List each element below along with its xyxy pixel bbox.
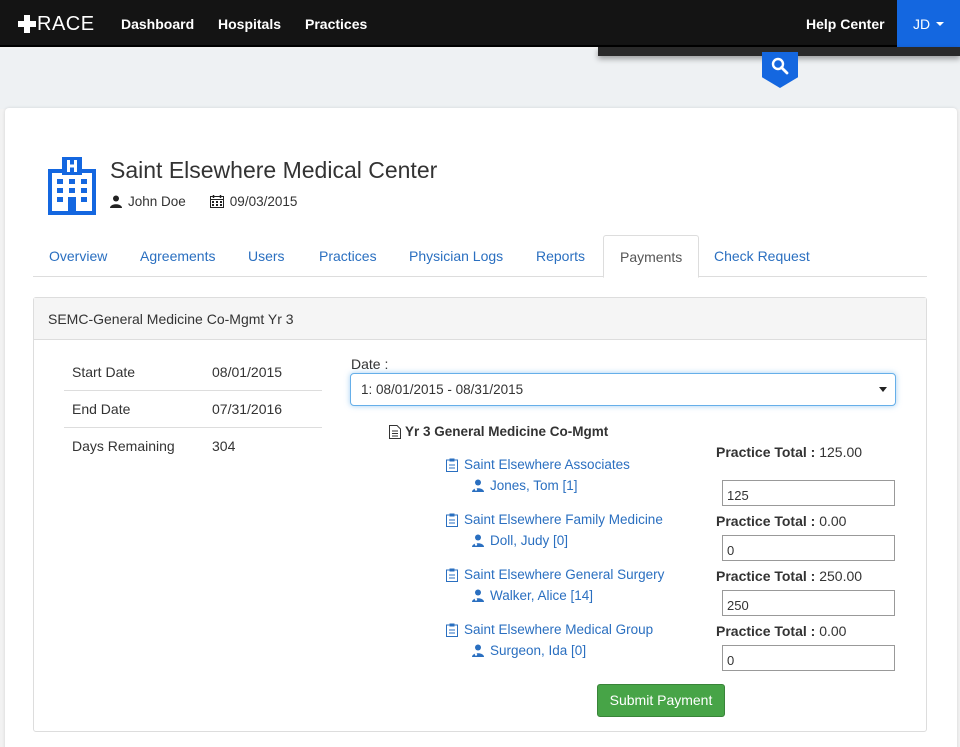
- payment-amount-input[interactable]: [722, 590, 895, 616]
- medical-cross-icon: [18, 15, 36, 33]
- user-initials: JD: [912, 15, 931, 32]
- info-value: 07/31/2016: [212, 401, 283, 417]
- tab-practices[interactable]: Practices: [303, 235, 393, 277]
- tab-agreements[interactable]: Agreements: [124, 235, 231, 277]
- nav-help-center[interactable]: Help Center: [806, 16, 885, 32]
- date-select[interactable]: 1: 08/01/2015 - 08/31/2015: [350, 373, 896, 406]
- date-label: Date :: [351, 356, 389, 372]
- agreement-name: Yr 3 General Medicine Co-Mgmt: [389, 424, 608, 439]
- practice-total: Practice Total : 250.00: [716, 568, 863, 584]
- hospital-meta: John Doe 09/03/2015: [110, 194, 297, 209]
- nav-practices[interactable]: Practices: [305, 16, 367, 32]
- physician-link[interactable]: Surgeon, Ida [0]: [472, 643, 586, 658]
- practice-link[interactable]: Saint Elsewhere Associates: [446, 457, 630, 472]
- practice-total: Practice Total : 125.00: [716, 444, 863, 460]
- nav-dashboard[interactable]: Dashboard: [121, 16, 194, 32]
- clipboard-icon: [446, 458, 458, 472]
- info-row: Days Remaining 304: [64, 427, 322, 464]
- payment-amount-input[interactable]: [722, 645, 895, 671]
- brand-logo[interactable]: RACE: [18, 13, 95, 35]
- practice-total: Practice Total : 0.00: [716, 513, 847, 529]
- info-row: End Date 07/31/2016: [64, 390, 322, 427]
- agreement-info-table: Start Date 08/01/2015 End Date 07/31/201…: [64, 353, 322, 464]
- hospital-title: Saint Elsewhere Medical Center: [110, 157, 438, 183]
- tab-users[interactable]: Users: [232, 235, 301, 277]
- info-row: Start Date 08/01/2015: [64, 353, 322, 390]
- search-icon: [771, 57, 789, 75]
- practice-link[interactable]: Saint Elsewhere General Surgery: [446, 567, 664, 582]
- practice-link[interactable]: Saint Elsewhere Medical Group: [446, 622, 653, 637]
- agreement-panel: SEMC-General Medicine Co-Mgmt Yr 3 Start…: [33, 297, 927, 732]
- practice-total: Practice Total : 0.00: [716, 623, 847, 639]
- calendar-icon: [209, 195, 224, 208]
- user-md-icon: [472, 479, 484, 492]
- panel-title: SEMC-General Medicine Co-Mgmt Yr 3: [34, 298, 926, 340]
- tab-reports[interactable]: Reports: [520, 235, 601, 277]
- date-select-value: 1: 08/01/2015 - 08/31/2015: [361, 382, 524, 397]
- hospital-building-icon: [48, 157, 96, 215]
- hospital-date: 09/03/2015: [229, 194, 298, 209]
- hospital-owner: John Doe: [128, 194, 186, 209]
- info-value: 08/01/2015: [212, 363, 283, 380]
- dropdown-arrow-icon: [879, 387, 887, 392]
- tab-physician-logs[interactable]: Physician Logs: [393, 235, 519, 277]
- page-background: [0, 49, 960, 109]
- info-label: Start Date: [72, 363, 136, 380]
- nav-hospitals[interactable]: Hospitals: [218, 16, 281, 32]
- caret-down-icon: [936, 21, 945, 26]
- clipboard-icon: [446, 568, 458, 582]
- info-value: 304: [212, 438, 236, 454]
- physician-link[interactable]: Doll, Judy [0]: [472, 533, 568, 548]
- info-label: End Date: [72, 401, 131, 417]
- user-menu[interactable]: JD: [897, 0, 960, 47]
- tab-overview[interactable]: Overview: [33, 235, 123, 277]
- user-icon: [110, 195, 122, 208]
- physician-link[interactable]: Walker, Alice [14]: [472, 588, 593, 603]
- user-md-icon: [472, 534, 484, 547]
- tab-check-request[interactable]: Check Request: [698, 235, 826, 277]
- user-md-icon: [472, 644, 484, 657]
- submit-payment-button[interactable]: Submit Payment: [597, 684, 725, 717]
- clipboard-icon: [446, 513, 458, 527]
- top-navbar: RACE Dashboard Hospitals Practices Help …: [0, 0, 960, 47]
- info-label: Days Remaining: [72, 438, 175, 454]
- payment-amount-input[interactable]: [722, 480, 895, 506]
- clipboard-icon: [446, 623, 458, 637]
- practice-link[interactable]: Saint Elsewhere Family Medicine: [446, 512, 663, 527]
- document-icon: [389, 424, 401, 439]
- user-md-icon: [472, 589, 484, 602]
- brand-name: RACE: [37, 12, 95, 35]
- tab-payments[interactable]: Payments: [603, 235, 700, 278]
- payment-amount-input[interactable]: [722, 535, 895, 561]
- hospital-tabs: Overview Agreements Users Practices Phys…: [33, 235, 927, 278]
- physician-link[interactable]: Jones, Tom [1]: [472, 478, 578, 493]
